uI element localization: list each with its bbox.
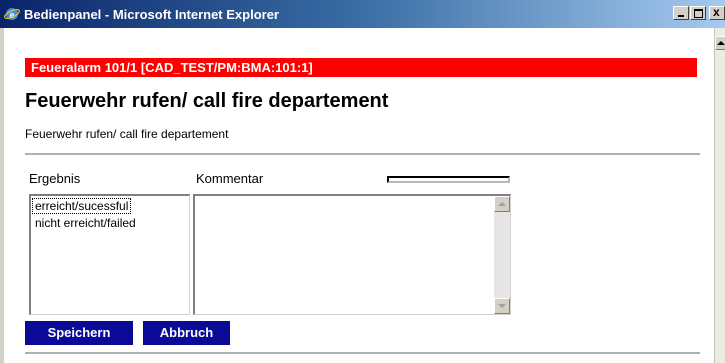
comment-indicator-box [387, 176, 510, 183]
alarm-banner: Feueralarm 101/1 [CAD_TEST/PM:BMA:101:1] [25, 58, 697, 77]
divider-bottom [25, 352, 700, 354]
result-label: Ergebnis [29, 171, 81, 186]
window-title: Bedienpanel - Microsoft Internet Explore… [24, 7, 279, 22]
page-subtitle: Feuerwehr rufen/ call fire departement [25, 127, 229, 141]
window-titlebar: e Bedienpanel - Microsoft Internet Explo… [0, 0, 725, 28]
page-title: Feuerwehr rufen/ call fire departement [25, 90, 389, 112]
close-glyph: x [713, 5, 720, 19]
minimize-icon[interactable] [673, 6, 689, 20]
result-option-failed[interactable]: nicht erreicht/failed [33, 216, 138, 230]
result-option-successful[interactable]: erreicht/sucessful [31, 198, 132, 214]
comment-textarea[interactable] [193, 194, 511, 315]
scroll-down-arrow-icon[interactable] [494, 298, 510, 314]
scroll-up-arrow-icon[interactable] [494, 196, 510, 212]
cancel-button[interactable]: Abbruch [143, 321, 230, 345]
result-listbox[interactable]: erreicht/sucessful nicht erreicht/failed [29, 194, 190, 315]
divider-top [25, 153, 700, 155]
scroll-up-icon[interactable] [715, 36, 725, 50]
page-scrollbar[interactable] [714, 28, 725, 363]
comment-scrollbar[interactable] [494, 196, 510, 314]
window-frame-left [0, 28, 4, 363]
comment-label: Kommentar [196, 171, 264, 186]
save-button[interactable]: Speichern [25, 321, 133, 345]
maximize-icon[interactable] [690, 6, 706, 20]
close-icon[interactable]: x [709, 5, 725, 20]
ie-icon: e [4, 8, 20, 21]
